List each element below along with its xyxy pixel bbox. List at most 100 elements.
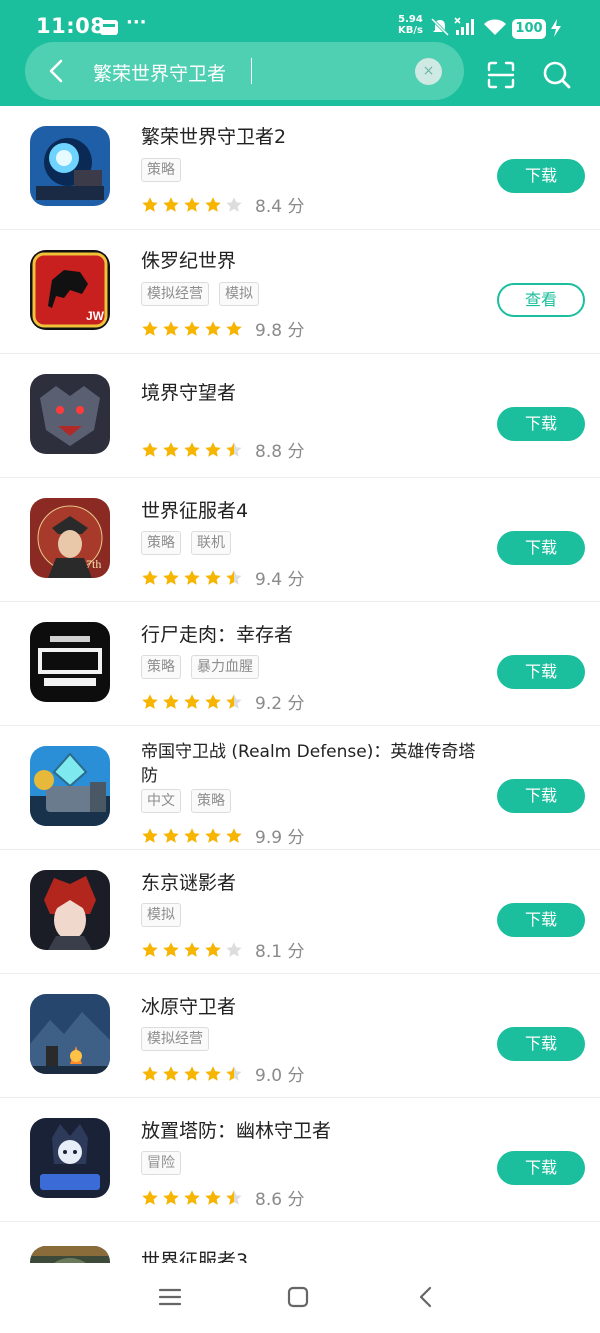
download-button[interactable]: 下载: [497, 1027, 585, 1061]
star-rating: [141, 1065, 243, 1083]
star-icon: [184, 1189, 200, 1205]
notification-icon: [100, 20, 118, 35]
star-rating: [141, 196, 243, 214]
star-icon: [205, 569, 221, 585]
app-icon-idle-defense[interactable]: [30, 1118, 110, 1198]
download-button[interactable]: 下载: [497, 779, 585, 813]
app-score: 9.2 分: [255, 694, 305, 714]
app-name[interactable]: 繁荣世界守卫者2: [141, 122, 286, 149]
list-item[interactable]: JW 侏罗纪世界 模拟经营 模拟 9.8 分 查看: [0, 230, 600, 354]
star-icon: [163, 196, 179, 212]
list-item[interactable]: 7th 世界征服者4 策略 联机 9.4 分 下载: [0, 478, 600, 602]
app-name[interactable]: 侏罗纪世界: [141, 246, 236, 273]
app-name[interactable]: 冰原守卫者: [141, 992, 236, 1019]
star-icon: [205, 693, 221, 709]
star-icon: [226, 320, 242, 336]
no-signal-icon: [454, 17, 474, 35]
star-icon: [226, 441, 242, 457]
app-score: 9.9 分: [255, 828, 305, 848]
app-icon-tokyo-shadow[interactable]: [30, 870, 110, 950]
star-icon: [163, 320, 179, 336]
app-tag: 策略: [191, 789, 231, 813]
svg-text:JW: JW: [86, 309, 105, 323]
download-button[interactable]: 下载: [497, 903, 585, 937]
app-score: 9.4 分: [255, 570, 305, 590]
app-rating: 8.4 分: [141, 192, 304, 217]
star-icon: [184, 1065, 200, 1081]
star-icon: [163, 827, 179, 843]
text-cursor: [251, 58, 252, 84]
download-button[interactable]: 下载: [497, 655, 585, 689]
list-item[interactable]: 放置塔防：幽林守卫者 冒险 8.6 分 下载: [0, 1098, 600, 1222]
app-tag: 模拟: [219, 282, 259, 306]
app-name[interactable]: 世界征服者4: [141, 496, 248, 523]
svg-text:7th: 7th: [86, 557, 101, 571]
list-item[interactable]: 东京谜影者 模拟 8.1 分 下载: [0, 850, 600, 974]
star-icon: [226, 1189, 242, 1205]
download-button[interactable]: 下载: [497, 531, 585, 565]
star-icon: [226, 196, 242, 212]
list-item[interactable]: 世界征服者3: [0, 1222, 600, 1263]
star-icon: [205, 320, 221, 336]
search-bar[interactable]: 繁荣世界守卫者 ×: [25, 42, 464, 100]
app-score: 9.8 分: [255, 321, 305, 341]
app-name[interactable]: 放置塔防：幽林守卫者: [141, 1116, 331, 1143]
clear-icon[interactable]: ×: [415, 58, 442, 85]
app-icon-world-conqueror-4[interactable]: 7th: [30, 498, 110, 578]
star-icon: [142, 1065, 158, 1081]
network-speed-value: 5.94: [398, 14, 423, 25]
app-tag: 模拟经营: [141, 282, 209, 306]
download-button[interactable]: 下载: [497, 407, 585, 441]
more-notifications-icon: ···: [126, 12, 147, 33]
app-tags: 中文 策略: [141, 789, 231, 813]
list-item[interactable]: 繁荣世界守卫者2 策略 8.4 分 下载: [0, 106, 600, 230]
list-item[interactable]: 行尸走肉：幸存者 策略 暴力血腥 9.2 分 下载: [0, 602, 600, 726]
app-icon-ice-guardian[interactable]: [30, 994, 110, 1074]
search-input[interactable]: 繁荣世界守卫者: [93, 59, 226, 86]
app-tag: 策略: [141, 655, 181, 679]
star-icon: [142, 196, 158, 212]
app-icon-jurassic-world[interactable]: JW: [30, 250, 110, 330]
download-button[interactable]: 下载: [497, 1151, 585, 1185]
download-button[interactable]: 下载: [497, 159, 585, 193]
scan-icon[interactable]: [486, 60, 516, 90]
app-icon-realm-defense[interactable]: [30, 746, 110, 826]
app-name[interactable]: 东京谜影者: [141, 868, 236, 895]
app-name[interactable]: 帝国守卫战 (Realm Defense)：英雄传奇塔防: [141, 740, 481, 788]
app-icon-walking-dead[interactable]: [30, 622, 110, 702]
view-button[interactable]: 查看: [497, 283, 585, 317]
network-speed: 5.94 KB/s: [398, 14, 423, 36]
star-icon: [142, 1189, 158, 1205]
app-tag: 冒险: [141, 1151, 181, 1175]
status-bar: 11:08 ··· 5.94 KB/s 100: [0, 0, 600, 44]
app-icon-world-conqueror-3[interactable]: [30, 1246, 110, 1263]
home-icon[interactable]: [286, 1285, 310, 1309]
app-tags: 策略: [141, 158, 181, 182]
star-icon: [163, 941, 179, 957]
app-name[interactable]: 行尸走肉：幸存者: [141, 620, 293, 647]
app-icon-realm-watcher[interactable]: [30, 374, 110, 454]
list-item[interactable]: 帝国守卫战 (Realm Defense)：英雄传奇塔防 中文 策略 9.9 分…: [0, 726, 600, 850]
star-icon: [184, 441, 200, 457]
star-icon: [142, 693, 158, 709]
list-item[interactable]: 境界守望者 8.8 分 下载: [0, 354, 600, 478]
app-rating: 9.8 分: [141, 316, 304, 341]
star-icon: [163, 693, 179, 709]
star-icon: [142, 941, 158, 957]
search-icon[interactable]: [541, 59, 573, 91]
star-icon: [184, 827, 200, 843]
star-icon: [184, 693, 200, 709]
star-rating: [141, 569, 243, 587]
app-tags: 模拟经营 模拟: [141, 282, 259, 306]
app-icon-prosperity-guardian[interactable]: [30, 126, 110, 206]
search-results-list[interactable]: 繁荣世界守卫者2 策略 8.4 分 下载 JW 侏罗纪世界 模拟经营 模拟 9.…: [0, 106, 600, 1263]
star-rating: [141, 693, 243, 711]
network-speed-unit: KB/s: [398, 25, 423, 36]
system-nav-bar: [0, 1263, 600, 1333]
back-icon[interactable]: [414, 1285, 438, 1309]
back-arrow-icon[interactable]: [43, 57, 71, 85]
app-name[interactable]: 境界守望者: [141, 378, 236, 405]
menu-icon[interactable]: [158, 1285, 182, 1309]
app-name[interactable]: 世界征服者3: [141, 1246, 248, 1263]
list-item[interactable]: 冰原守卫者 模拟经营 9.0 分 下载: [0, 974, 600, 1098]
